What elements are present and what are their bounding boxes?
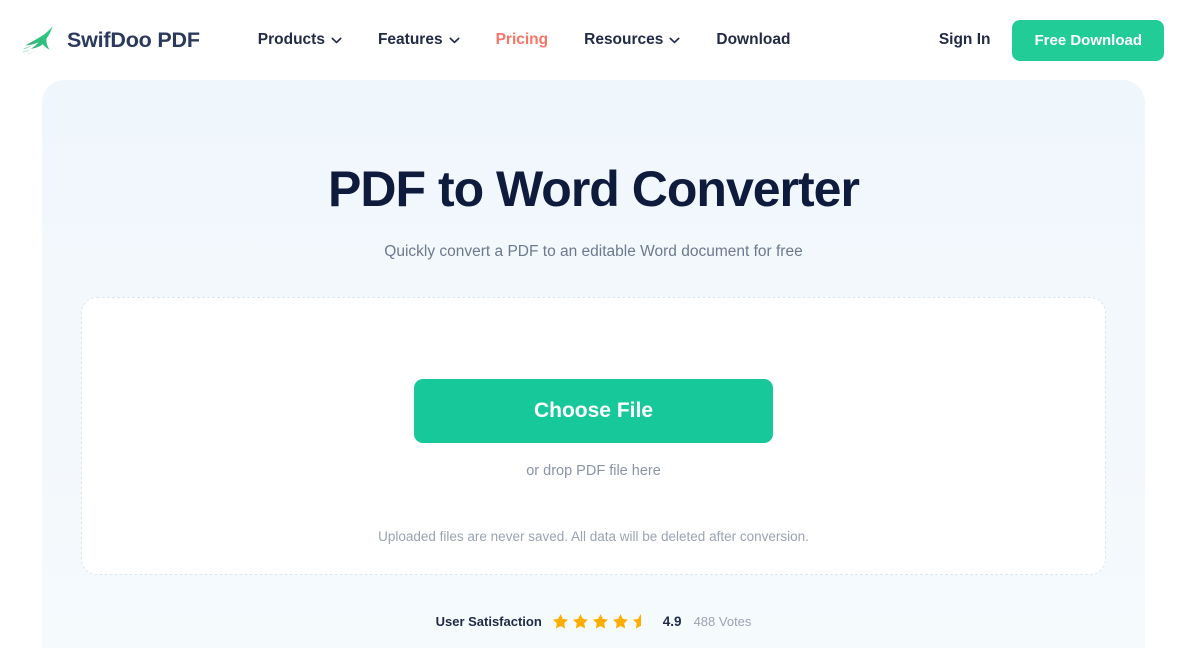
- drop-file-hint: or drop PDF file here: [526, 463, 661, 479]
- nav-label-resources: Resources: [584, 31, 664, 48]
- nav-item-features[interactable]: Features: [360, 21, 478, 59]
- brand-name: SwifDoo PDF: [67, 27, 200, 52]
- nav-item-products[interactable]: Products: [240, 21, 360, 59]
- main-navigation: Products Features Pricing Resources Down…: [240, 21, 809, 59]
- choose-file-button[interactable]: Choose File: [414, 379, 773, 443]
- nav-label-pricing: Pricing: [495, 31, 549, 48]
- swallow-bird-icon: [22, 26, 53, 55]
- rating-score: 4.9: [662, 614, 682, 629]
- nav-label-download: Download: [716, 31, 791, 48]
- nav-item-resources[interactable]: Resources: [566, 21, 698, 59]
- chevron-down-icon: [449, 37, 460, 43]
- user-satisfaction-rating: User Satisfaction 4.9 488 Votes: [42, 613, 1145, 630]
- header-actions: Sign In Free Download: [939, 19, 1164, 61]
- hero-panel: PDF to Word Converter Quickly convert a …: [42, 80, 1145, 648]
- nav-item-pricing[interactable]: Pricing: [478, 21, 567, 59]
- nav-label-features: Features: [377, 31, 443, 48]
- rating-label: User Satisfaction: [435, 614, 542, 629]
- free-download-button[interactable]: Free Download: [1012, 19, 1164, 61]
- star-icon: [552, 614, 568, 629]
- page-title: PDF to Word Converter: [328, 161, 860, 217]
- rating-votes: 488 Votes: [693, 614, 752, 629]
- chevron-down-icon: [669, 37, 680, 43]
- file-upload-dropzone[interactable]: Choose File or drop PDF file here Upload…: [81, 297, 1106, 575]
- page-subtitle: Quickly convert a PDF to an editable Wor…: [384, 242, 803, 260]
- brand-logo[interactable]: SwifDoo PDF: [22, 24, 200, 56]
- site-header: SwifDoo PDF Products Features Pricing Re…: [0, 0, 1186, 80]
- nav-item-download[interactable]: Download: [698, 21, 808, 59]
- privacy-note: Uploaded files are never saved. All data…: [378, 529, 809, 544]
- star-icon: [592, 614, 608, 629]
- chevron-down-icon: [331, 37, 342, 43]
- nav-label-products: Products: [257, 31, 325, 48]
- star-icon-partial: [632, 614, 648, 629]
- star-icon: [612, 614, 628, 629]
- sign-in-link[interactable]: Sign In: [939, 31, 991, 49]
- star-icon: [572, 614, 588, 629]
- star-rating: [552, 613, 649, 630]
